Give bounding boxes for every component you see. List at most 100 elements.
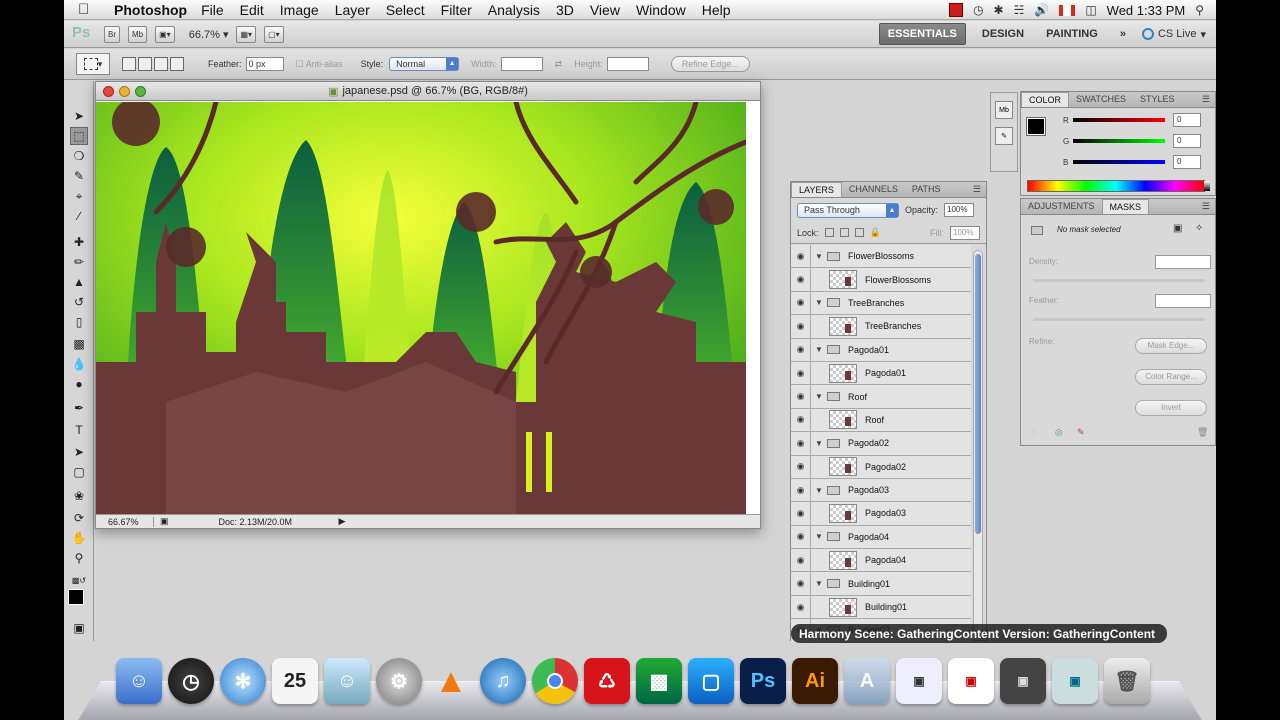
status-preview-icon[interactable]: ▣ bbox=[160, 516, 169, 527]
style-select[interactable]: Normal ▲ bbox=[389, 57, 460, 71]
tab-styles[interactable]: STYLES bbox=[1133, 92, 1182, 107]
masks-panel-menu-icon[interactable]: ☰ bbox=[1197, 201, 1215, 214]
menu-edit[interactable]: Edit bbox=[232, 2, 272, 18]
density-slider[interactable] bbox=[1033, 279, 1205, 282]
color-range-button[interactable]: Color Range... bbox=[1135, 369, 1207, 385]
foreground-color-swatch[interactable] bbox=[68, 589, 84, 605]
visibility-eye-icon[interactable]: ◉ bbox=[791, 291, 811, 315]
bluetooth-icon[interactable]: ✱ bbox=[994, 3, 1004, 17]
menu-view[interactable]: View bbox=[582, 2, 628, 18]
invert-button[interactable]: Invert bbox=[1135, 400, 1207, 416]
intersect-selection-icon[interactable] bbox=[170, 57, 184, 71]
menu-analysis[interactable]: Analysis bbox=[480, 2, 548, 18]
zoom-tool-icon[interactable]: ⚲ bbox=[70, 549, 88, 567]
zoom-window-button[interactable] bbox=[135, 86, 146, 97]
swap-dimensions-icon[interactable]: ⇄ bbox=[555, 59, 563, 70]
3d-orbit-tool-icon[interactable]: ⟳ bbox=[70, 509, 88, 527]
green-value[interactable]: 0 bbox=[1173, 134, 1201, 148]
workspace-painting[interactable]: PAINTING bbox=[1040, 24, 1104, 44]
mask-feather-input[interactable] bbox=[1155, 294, 1211, 308]
visibility-eye-icon[interactable]: ◉ bbox=[791, 338, 811, 361]
vlc-icon[interactable]: ▲ bbox=[428, 658, 474, 704]
expand-group-icon[interactable]: ▼ bbox=[815, 579, 827, 588]
blend-mode-select[interactable]: Pass Through ▲ bbox=[797, 202, 899, 218]
visibility-eye-icon[interactable]: ◉ bbox=[791, 502, 811, 525]
visibility-eye-icon[interactable]: ◉ bbox=[791, 385, 811, 408]
tab-paths[interactable]: PATHS bbox=[905, 182, 948, 197]
menu-help[interactable]: Help bbox=[694, 2, 739, 18]
visibility-eye-icon[interactable]: ◉ bbox=[791, 315, 811, 338]
add-pixel-mask-icon[interactable]: ▣ bbox=[1173, 223, 1182, 234]
visibility-eye-icon[interactable]: ◉ bbox=[791, 268, 811, 291]
recording-icon[interactable] bbox=[949, 3, 964, 17]
layer-row[interactable]: ◉ Pagoda01 bbox=[791, 361, 971, 386]
window-thumbnail-4-icon[interactable]: ▣ bbox=[1052, 658, 1098, 704]
time-machine-icon[interactable]: ◷ bbox=[973, 3, 983, 17]
minimize-window-button[interactable] bbox=[119, 86, 130, 97]
visibility-eye-icon[interactable]: ◉ bbox=[791, 408, 811, 432]
illustrator-icon[interactable]: Ai bbox=[792, 658, 838, 704]
disable-mask-icon[interactable]: ✎ bbox=[1077, 427, 1085, 438]
tab-swatches[interactable]: SWATCHES bbox=[1069, 92, 1133, 107]
expand-group-icon[interactable]: ▼ bbox=[815, 439, 827, 448]
volume-icon[interactable]: 🔊 bbox=[1034, 3, 1049, 17]
tab-adjustments[interactable]: ADJUSTMENTS bbox=[1021, 199, 1102, 214]
close-window-button[interactable] bbox=[103, 86, 114, 97]
clock[interactable]: Wed 1:33 PM bbox=[1107, 3, 1186, 18]
canvas[interactable] bbox=[96, 102, 746, 515]
red-value[interactable]: 0 bbox=[1173, 113, 1201, 127]
shape-tool-icon[interactable]: ▢ bbox=[70, 463, 88, 481]
subtract-from-selection-icon[interactable] bbox=[154, 57, 168, 71]
marquee-tool-icon[interactable]: ⬚ bbox=[70, 127, 88, 145]
apply-mask-icon[interactable]: ◎ bbox=[1055, 427, 1063, 438]
new-selection-icon[interactable] bbox=[122, 57, 136, 71]
window-thumbnail-1-icon[interactable]: ▣ bbox=[896, 658, 942, 704]
visibility-eye-icon[interactable]: ◉ bbox=[791, 245, 811, 268]
menu-layer[interactable]: Layer bbox=[327, 2, 378, 18]
pen-tool-icon[interactable]: ✒ bbox=[70, 399, 88, 417]
launch-bridge-button[interactable]: Br bbox=[104, 25, 120, 43]
visibility-eye-icon[interactable]: ◉ bbox=[791, 361, 811, 385]
anti-alias-checkbox[interactable]: ☐ Anti-alias bbox=[296, 59, 343, 70]
window-thumbnail-2-icon[interactable]: ▣ bbox=[948, 658, 994, 704]
expand-group-icon[interactable]: ▼ bbox=[815, 298, 827, 307]
quick-selection-tool-icon[interactable]: ✎ bbox=[70, 167, 88, 185]
lock-transparency-icon[interactable] bbox=[824, 228, 834, 237]
visibility-eye-icon[interactable]: ◉ bbox=[791, 549, 811, 572]
green-slider[interactable]: G 0 bbox=[1063, 132, 1213, 150]
status-zoom[interactable]: 66.67% bbox=[96, 516, 154, 527]
width-input[interactable] bbox=[500, 57, 543, 71]
launch-minibridge-button[interactable]: Mb bbox=[128, 25, 148, 43]
lock-all-icon[interactable]: 🔒 bbox=[870, 227, 881, 238]
crop-tool-icon[interactable]: ⌖ bbox=[70, 187, 88, 205]
layer-row[interactable]: ◉ Building01 bbox=[791, 595, 971, 620]
layer-row[interactable]: ◉ Pagoda04 bbox=[791, 549, 971, 573]
fill-input[interactable]: 100% bbox=[950, 225, 980, 240]
menu-image[interactable]: Image bbox=[272, 2, 327, 18]
menu-file[interactable]: File bbox=[193, 2, 232, 18]
mask-feather-slider[interactable] bbox=[1033, 318, 1205, 321]
visibility-eye-icon[interactable]: ◉ bbox=[791, 455, 811, 478]
tab-channels[interactable]: CHANNELS bbox=[842, 182, 905, 197]
dashboard-icon[interactable]: ◷ bbox=[168, 658, 214, 704]
load-selection-icon[interactable]: ◌ bbox=[1031, 427, 1036, 437]
ical-icon[interactable]: 25 bbox=[272, 658, 318, 704]
mask-edge-button[interactable]: Mask Edge... bbox=[1135, 338, 1207, 354]
app-menu[interactable]: Photoshop bbox=[114, 2, 187, 18]
layer-group-row[interactable]: ◉ ▼ Building01 bbox=[791, 572, 971, 596]
brush-tool-icon[interactable]: ✏ bbox=[70, 253, 88, 271]
visibility-eye-icon[interactable]: ◉ bbox=[791, 525, 811, 549]
film-icon[interactable]: ▩ bbox=[636, 658, 682, 704]
expand-group-icon[interactable]: ▼ bbox=[815, 392, 827, 401]
safari-icon[interactable]: ✻ bbox=[220, 658, 266, 704]
eraser-tool-icon[interactable]: ▯ bbox=[70, 313, 88, 331]
spaces-icon[interactable]: ▢ bbox=[688, 658, 734, 704]
iphoto-icon[interactable]: ☺ bbox=[324, 658, 370, 704]
wifi-icon[interactable]: ☵ bbox=[1014, 3, 1025, 17]
spotlight-search-icon[interactable]: ⚲ bbox=[1195, 3, 1204, 17]
expand-group-icon[interactable]: ▼ bbox=[815, 532, 827, 541]
visibility-eye-icon[interactable]: ◉ bbox=[791, 478, 811, 502]
history-panel-icon[interactable]: ✎ bbox=[995, 127, 1013, 145]
feather-input[interactable]: 0 px bbox=[245, 57, 284, 71]
layer-group-row[interactable]: ◉ ▼ Pagoda03 bbox=[791, 478, 971, 503]
